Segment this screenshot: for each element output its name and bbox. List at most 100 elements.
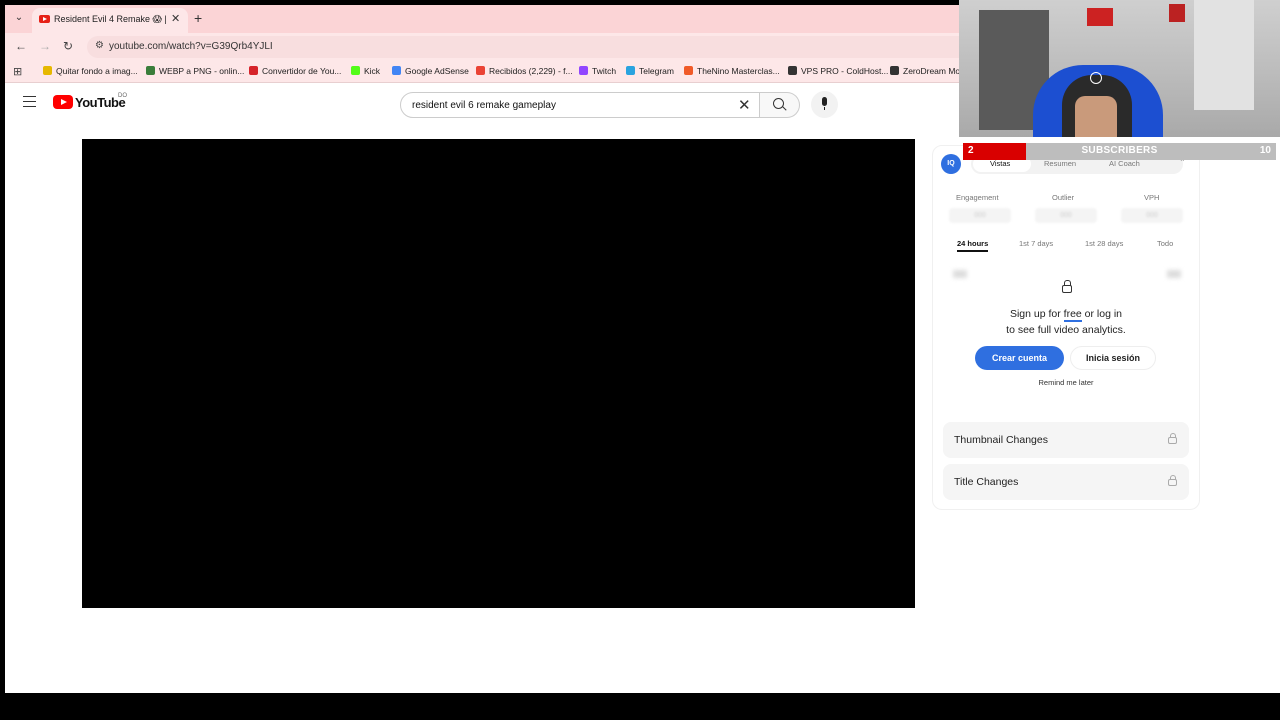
signup-prompt: Sign up for free or log in	[933, 308, 1199, 322]
subscriber-goal-label: SUBSCRIBERS	[1081, 145, 1158, 156]
video-player[interactable]	[82, 139, 915, 608]
metric-outlier-value: 000	[1035, 208, 1097, 223]
bookmark-label: Recibidos (2,229) - f...	[489, 66, 573, 76]
bookmark-item[interactable]: VPS PRO - ColdHost...	[788, 66, 888, 76]
metric-engagement-value: 000	[949, 208, 1011, 223]
bookmark-favicon-icon	[476, 66, 485, 75]
bookmark-favicon-icon	[626, 66, 635, 75]
bookmark-favicon-icon	[579, 66, 588, 75]
webcam-background-object	[1087, 8, 1113, 26]
search-button[interactable]	[760, 92, 800, 118]
forward-button[interactable]: →	[39, 39, 51, 53]
signup-free-link[interactable]: free	[1063, 308, 1082, 322]
bookmark-item[interactable]: Twitch	[579, 66, 616, 76]
tab-vistas[interactable]: Vistas	[990, 159, 1010, 168]
metric-vph-label: VPH	[1144, 193, 1160, 202]
bookmark-label: WEBP a PNG - onlin...	[159, 66, 245, 76]
bookmark-label: Google AdSense	[405, 66, 469, 76]
signup-subtext: to see full video analytics.	[1006, 324, 1126, 336]
webcam-background-object	[1169, 4, 1185, 22]
site-info-icon[interactable]: ⚙	[95, 40, 104, 51]
search-query-text: resident evil 6 remake gameplay	[412, 100, 556, 111]
new-tab-button[interactable]: +	[194, 10, 202, 26]
bookmark-label: Telegram	[639, 66, 674, 76]
bookmark-favicon-icon	[392, 66, 401, 75]
url-text: youtube.com/watch?v=G39Qrb4YJLI	[109, 41, 273, 52]
voice-search-button[interactable]	[811, 91, 838, 118]
bookmark-item[interactable]: TheNino Masterclas...	[684, 66, 780, 76]
tab-search-button[interactable]: ⌄	[11, 10, 27, 26]
menu-icon[interactable]	[23, 96, 36, 107]
bookmark-favicon-icon	[684, 66, 693, 75]
thumbnail-changes-row[interactable]: Thumbnail Changes	[943, 422, 1189, 458]
bookmark-item[interactable]: WEBP a PNG - onlin...	[146, 66, 244, 76]
thumbnail-changes-label: Thumbnail Changes	[954, 434, 1048, 446]
address-bar[interactable]: ⚙ youtube.com/watch?v=G39Qrb4YJLI	[87, 36, 987, 58]
bookmark-item[interactable]: Telegram	[626, 66, 674, 76]
youtube-logo-icon[interactable]	[53, 95, 73, 109]
youtube-favicon-icon	[39, 15, 50, 23]
extension-logo: IQ	[941, 154, 961, 174]
bookmark-label: Kick	[364, 66, 381, 76]
lock-icon	[1062, 280, 1072, 293]
login-button[interactable]: Inicia sesión	[1070, 346, 1156, 370]
reload-button[interactable]: ↻	[63, 39, 73, 53]
tab-title: Resident Evil 4 Remake 😱 | El	[54, 14, 166, 24]
range-all[interactable]: Todo	[1157, 239, 1173, 248]
metric-outlier-label: Outlier	[1052, 193, 1075, 202]
metric-vph-value: 000	[1121, 208, 1183, 223]
bookmark-favicon-icon	[351, 66, 360, 75]
blurred-chart-label	[1167, 270, 1181, 278]
bookmark-item[interactable]: Kick	[351, 66, 380, 76]
subscriber-goal-count: 10	[1259, 145, 1271, 156]
bookmark-favicon-icon	[146, 66, 155, 75]
range-7-days[interactable]: 1st 7 days	[1019, 239, 1053, 248]
metric-engagement-label: Engagement	[956, 193, 999, 202]
apps-grid-icon[interactable]: ⊞	[13, 65, 22, 78]
remind-later-link[interactable]: Remind me later	[933, 378, 1199, 387]
webcam-overlay	[959, 0, 1280, 137]
back-button[interactable]: ←	[15, 39, 27, 53]
bookmark-favicon-icon	[43, 66, 52, 75]
signup-text-after: or log in	[1081, 308, 1123, 320]
bookmark-label: TheNino Masterclas...	[697, 66, 780, 76]
bookmark-label: ZeroDream Mo	[903, 66, 961, 76]
bookmark-label: VPS PRO - ColdHost...	[801, 66, 889, 76]
lock-icon	[1168, 475, 1177, 486]
bookmark-favicon-icon	[249, 66, 258, 75]
desktop-screen: ⌄ Resident Evil 4 Remake 😱 | El ✕ + ← → …	[0, 0, 1280, 720]
search-icon	[773, 98, 784, 109]
tab-ai-coach[interactable]: AI Coach	[1109, 159, 1140, 168]
tab-close-icon[interactable]: ✕	[171, 12, 180, 25]
bookmark-item[interactable]: Recibidos (2,229) - f...	[476, 66, 573, 76]
bookmark-label: Convertidor de You...	[262, 66, 342, 76]
bookmark-favicon-icon	[788, 66, 797, 75]
subscriber-goal-bar: SUBSCRIBERS 2 10	[963, 143, 1276, 160]
title-changes-row[interactable]: Title Changes	[943, 464, 1189, 500]
tab-resumen[interactable]: Resumen	[1044, 159, 1076, 168]
signup-text-before: Sign up for	[1009, 308, 1064, 320]
lock-icon	[1168, 433, 1177, 444]
webcam-face	[1075, 96, 1117, 137]
bookmark-label: Twitch	[592, 66, 617, 76]
create-account-button[interactable]: Crear cuenta	[975, 346, 1064, 370]
range-24-hours[interactable]: 24 hours	[957, 239, 989, 252]
browser-tab[interactable]: Resident Evil 4 Remake 😱 | El ✕	[32, 8, 188, 33]
clear-search-icon[interactable]: ✕	[738, 96, 751, 114]
bookmark-item[interactable]: Convertidor de You...	[249, 66, 341, 76]
range-28-days[interactable]: 1st 28 days	[1085, 239, 1123, 248]
bookmark-favicon-icon	[890, 66, 899, 75]
blurred-chart-label	[953, 270, 967, 278]
bookmark-item[interactable]: ZeroDream Mo	[890, 66, 960, 76]
microphone-icon	[822, 97, 827, 110]
country-code: DO	[118, 93, 127, 99]
subscriber-current-count: 2	[968, 145, 974, 156]
webcam-cap-logo	[1090, 72, 1102, 84]
bookmark-item[interactable]: Quitar fondo a imag...	[43, 66, 138, 76]
webcam-background-window	[1194, 0, 1254, 110]
title-changes-label: Title Changes	[954, 476, 1019, 488]
search-input[interactable]: resident evil 6 remake gameplay ✕	[400, 92, 760, 118]
analytics-panel: IQ Vistas Resumen AI Coach ⌃ Engagement …	[932, 145, 1200, 510]
bookmark-label: Quitar fondo a imag...	[56, 66, 138, 76]
bookmark-item[interactable]: Google AdSense	[392, 66, 469, 76]
